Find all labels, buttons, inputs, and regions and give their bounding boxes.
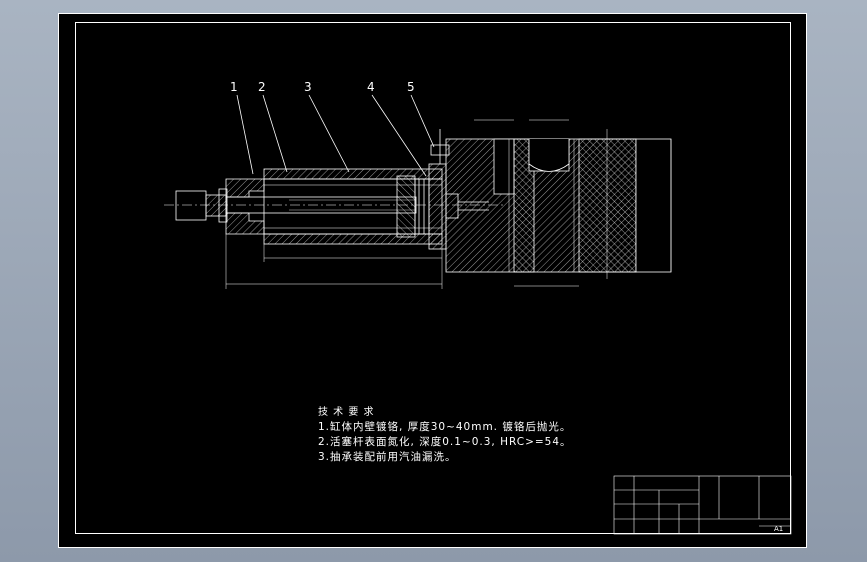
part-label-3: 3	[304, 80, 312, 94]
drawing-sheet: 1 2 3 4 5 技 术 要 求 1.缸体内壁镀铬, 厚度30~40mm. 镀…	[58, 13, 807, 548]
part-label-2: 2	[258, 80, 266, 94]
part-label-1: 1	[230, 80, 238, 94]
part-label-5: 5	[407, 80, 415, 94]
assembly-drawing	[164, 94, 792, 535]
technical-requirement-item: 3.抽承装配前用汽油漏洗。	[318, 451, 457, 463]
piston	[396, 175, 416, 238]
rod-end	[175, 190, 207, 221]
sheet-size: A1	[774, 525, 784, 533]
title-block-text: A1	[614, 476, 791, 534]
workpiece	[635, 138, 672, 273]
front-cover-top	[225, 178, 265, 198]
part-label-4: 4	[367, 80, 375, 94]
rear-cover	[428, 163, 447, 250]
technical-requirement-item: 2.活塞杆表面氮化, 深度0.1~0.3, HRC>=54。	[318, 436, 572, 448]
technical-requirements-title: 技 术 要 求	[318, 407, 375, 418]
front-cover-bottom	[225, 212, 265, 235]
technical-requirement-item: 1.缸体内壁镀铬, 厚度30~40mm. 镀铬后抛光。	[318, 421, 572, 433]
